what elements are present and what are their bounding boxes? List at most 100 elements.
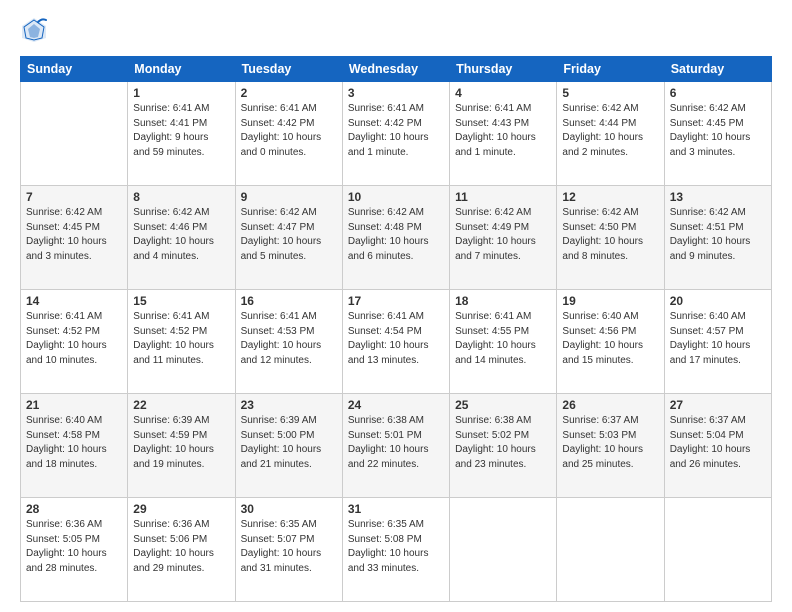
day-number: 9 bbox=[241, 190, 337, 204]
calendar-cell: 9 Sunrise: 6:42 AM Sunset: 4:47 PM Daylig… bbox=[235, 186, 342, 290]
day-number: 16 bbox=[241, 294, 337, 308]
day-number: 18 bbox=[455, 294, 551, 308]
weekday-header: Friday bbox=[557, 57, 664, 82]
calendar-cell bbox=[21, 82, 128, 186]
day-info: Sunrise: 6:41 AM Sunset: 4:43 PM Dayligh… bbox=[455, 102, 551, 160]
calendar-cell: 7 Sunrise: 6:42 AM Sunset: 4:45 PM Daylig… bbox=[21, 186, 128, 290]
day-info: Sunrise: 6:37 AM Sunset: 5:03 PM Dayligh… bbox=[562, 414, 658, 472]
day-number: 20 bbox=[670, 294, 766, 308]
calendar-cell bbox=[450, 498, 557, 602]
calendar-cell: 12 Sunrise: 6:42 AM Sunset: 4:50 PM Dayli… bbox=[557, 186, 664, 290]
calendar-week-row: 14Sunrise: 6:41 AM Sunset: 4:52 PM Dayli… bbox=[21, 290, 772, 394]
day-number: 6 bbox=[670, 86, 766, 100]
day-number: 2 bbox=[241, 86, 337, 100]
day-info: Sunrise: 6:39 AM Sunset: 4:59 PM Dayligh… bbox=[133, 414, 229, 472]
day-info: Sunrise: 6:35 AM Sunset: 5:08 PM Dayligh… bbox=[348, 518, 444, 576]
calendar-cell: 10 Sunrise: 6:42 AM Sunset: 4:48 PM Dayli… bbox=[342, 186, 449, 290]
weekday-header: Tuesday bbox=[235, 57, 342, 82]
page: SundayMondayTuesdayWednesdayThursdayFrid… bbox=[0, 0, 792, 612]
calendar-cell: 24 Sunrise: 6:38 AM Sunset: 5:01 PM Dayli… bbox=[342, 394, 449, 498]
calendar-cell: 29 Sunrise: 6:36 AM Sunset: 5:06 PM Dayli… bbox=[128, 498, 235, 602]
day-info: Sunrise: 6:42 AM Sunset: 4:49 PM Dayligh… bbox=[455, 206, 551, 264]
day-number: 12 bbox=[562, 190, 658, 204]
day-number: 25 bbox=[455, 398, 551, 412]
day-number: 8 bbox=[133, 190, 229, 204]
calendar-week-row: 1Sunrise: 6:41 AM Sunset: 4:41 PM Daylig… bbox=[21, 82, 772, 186]
day-info: Sunrise: 6:42 AM Sunset: 4:51 PM Dayligh… bbox=[670, 206, 766, 264]
calendar-cell: 30Sunrise: 6:35 AM Sunset: 5:07 PM Dayli… bbox=[235, 498, 342, 602]
calendar-cell: 2 Sunrise: 6:41 AM Sunset: 4:42 PM Daylig… bbox=[235, 82, 342, 186]
day-info: Sunrise: 6:42 AM Sunset: 4:48 PM Dayligh… bbox=[348, 206, 444, 264]
calendar-cell: 26 Sunrise: 6:37 AM Sunset: 5:03 PM Dayli… bbox=[557, 394, 664, 498]
day-number: 22 bbox=[133, 398, 229, 412]
day-number: 13 bbox=[670, 190, 766, 204]
calendar-week-row: 7 Sunrise: 6:42 AM Sunset: 4:45 PM Daylig… bbox=[21, 186, 772, 290]
day-number: 29 bbox=[133, 502, 229, 516]
day-info: Sunrise: 6:36 AM Sunset: 5:06 PM Dayligh… bbox=[133, 518, 229, 576]
day-number: 26 bbox=[562, 398, 658, 412]
weekday-header: Wednesday bbox=[342, 57, 449, 82]
calendar-cell: 31 Sunrise: 6:35 AM Sunset: 5:08 PM Dayli… bbox=[342, 498, 449, 602]
calendar-cell: 20 Sunrise: 6:40 AM Sunset: 4:57 PM Dayli… bbox=[664, 290, 771, 394]
day-number: 1 bbox=[133, 86, 229, 100]
weekday-header: Monday bbox=[128, 57, 235, 82]
day-info: Sunrise: 6:38 AM Sunset: 5:02 PM Dayligh… bbox=[455, 414, 551, 472]
day-info: Sunrise: 6:41 AM Sunset: 4:42 PM Dayligh… bbox=[348, 102, 444, 160]
day-number: 7 bbox=[26, 190, 122, 204]
calendar-week-row: 28 Sunrise: 6:36 AM Sunset: 5:05 PM Dayli… bbox=[21, 498, 772, 602]
day-info: Sunrise: 6:36 AM Sunset: 5:05 PM Dayligh… bbox=[26, 518, 122, 576]
day-number: 27 bbox=[670, 398, 766, 412]
day-info: Sunrise: 6:39 AM Sunset: 5:00 PM Dayligh… bbox=[241, 414, 337, 472]
day-info: Sunrise: 6:42 AM Sunset: 4:46 PM Dayligh… bbox=[133, 206, 229, 264]
day-info: Sunrise: 6:41 AM Sunset: 4:53 PM Dayligh… bbox=[241, 310, 337, 368]
calendar-cell: 27 Sunrise: 6:37 AM Sunset: 5:04 PM Dayli… bbox=[664, 394, 771, 498]
calendar-cell: 22 Sunrise: 6:39 AM Sunset: 4:59 PM Dayli… bbox=[128, 394, 235, 498]
calendar-cell: 28 Sunrise: 6:36 AM Sunset: 5:05 PM Dayli… bbox=[21, 498, 128, 602]
day-info: Sunrise: 6:42 AM Sunset: 4:50 PM Dayligh… bbox=[562, 206, 658, 264]
weekday-header: Sunday bbox=[21, 57, 128, 82]
day-number: 5 bbox=[562, 86, 658, 100]
calendar-body: 1Sunrise: 6:41 AM Sunset: 4:41 PM Daylig… bbox=[21, 82, 772, 602]
day-info: Sunrise: 6:38 AM Sunset: 5:01 PM Dayligh… bbox=[348, 414, 444, 472]
calendar-cell: 25 Sunrise: 6:38 AM Sunset: 5:02 PM Dayli… bbox=[450, 394, 557, 498]
day-info: Sunrise: 6:40 AM Sunset: 4:56 PM Dayligh… bbox=[562, 310, 658, 368]
day-number: 14 bbox=[26, 294, 122, 308]
day-number: 3 bbox=[348, 86, 444, 100]
calendar-cell: 14Sunrise: 6:41 AM Sunset: 4:52 PM Dayli… bbox=[21, 290, 128, 394]
day-number: 17 bbox=[348, 294, 444, 308]
day-info: Sunrise: 6:41 AM Sunset: 4:55 PM Dayligh… bbox=[455, 310, 551, 368]
day-info: Sunrise: 6:42 AM Sunset: 4:45 PM Dayligh… bbox=[670, 102, 766, 160]
calendar-cell: 8 Sunrise: 6:42 AM Sunset: 4:46 PM Daylig… bbox=[128, 186, 235, 290]
logo-icon bbox=[20, 16, 48, 44]
calendar-header: SundayMondayTuesdayWednesdayThursdayFrid… bbox=[21, 57, 772, 82]
calendar-cell: 18 Sunrise: 6:41 AM Sunset: 4:55 PM Dayli… bbox=[450, 290, 557, 394]
logo bbox=[20, 18, 52, 46]
day-info: Sunrise: 6:41 AM Sunset: 4:54 PM Dayligh… bbox=[348, 310, 444, 368]
day-info: Sunrise: 6:41 AM Sunset: 4:42 PM Dayligh… bbox=[241, 102, 337, 160]
day-number: 4 bbox=[455, 86, 551, 100]
day-number: 24 bbox=[348, 398, 444, 412]
day-info: Sunrise: 6:42 AM Sunset: 4:47 PM Dayligh… bbox=[241, 206, 337, 264]
day-info: Sunrise: 6:42 AM Sunset: 4:44 PM Dayligh… bbox=[562, 102, 658, 160]
calendar-cell: 17 Sunrise: 6:41 AM Sunset: 4:54 PM Dayli… bbox=[342, 290, 449, 394]
day-info: Sunrise: 6:42 AM Sunset: 4:45 PM Dayligh… bbox=[26, 206, 122, 264]
calendar-cell: 6 Sunrise: 6:42 AM Sunset: 4:45 PM Daylig… bbox=[664, 82, 771, 186]
day-number: 21 bbox=[26, 398, 122, 412]
calendar-cell: 16 Sunrise: 6:41 AM Sunset: 4:53 PM Dayli… bbox=[235, 290, 342, 394]
day-number: 15 bbox=[133, 294, 229, 308]
day-number: 23 bbox=[241, 398, 337, 412]
day-number: 28 bbox=[26, 502, 122, 516]
calendar-cell: 4 Sunrise: 6:41 AM Sunset: 4:43 PM Daylig… bbox=[450, 82, 557, 186]
day-info: Sunrise: 6:40 AM Sunset: 4:57 PM Dayligh… bbox=[670, 310, 766, 368]
day-number: 31 bbox=[348, 502, 444, 516]
weekday-row: SundayMondayTuesdayWednesdayThursdayFrid… bbox=[21, 57, 772, 82]
calendar-cell: 15Sunrise: 6:41 AM Sunset: 4:52 PM Dayli… bbox=[128, 290, 235, 394]
day-number: 19 bbox=[562, 294, 658, 308]
weekday-header: Saturday bbox=[664, 57, 771, 82]
day-info: Sunrise: 6:40 AM Sunset: 4:58 PM Dayligh… bbox=[26, 414, 122, 472]
calendar-cell: 1Sunrise: 6:41 AM Sunset: 4:41 PM Daylig… bbox=[128, 82, 235, 186]
calendar-cell: 13 Sunrise: 6:42 AM Sunset: 4:51 PM Dayli… bbox=[664, 186, 771, 290]
day-info: Sunrise: 6:37 AM Sunset: 5:04 PM Dayligh… bbox=[670, 414, 766, 472]
calendar-cell: 5 Sunrise: 6:42 AM Sunset: 4:44 PM Daylig… bbox=[557, 82, 664, 186]
day-number: 10 bbox=[348, 190, 444, 204]
